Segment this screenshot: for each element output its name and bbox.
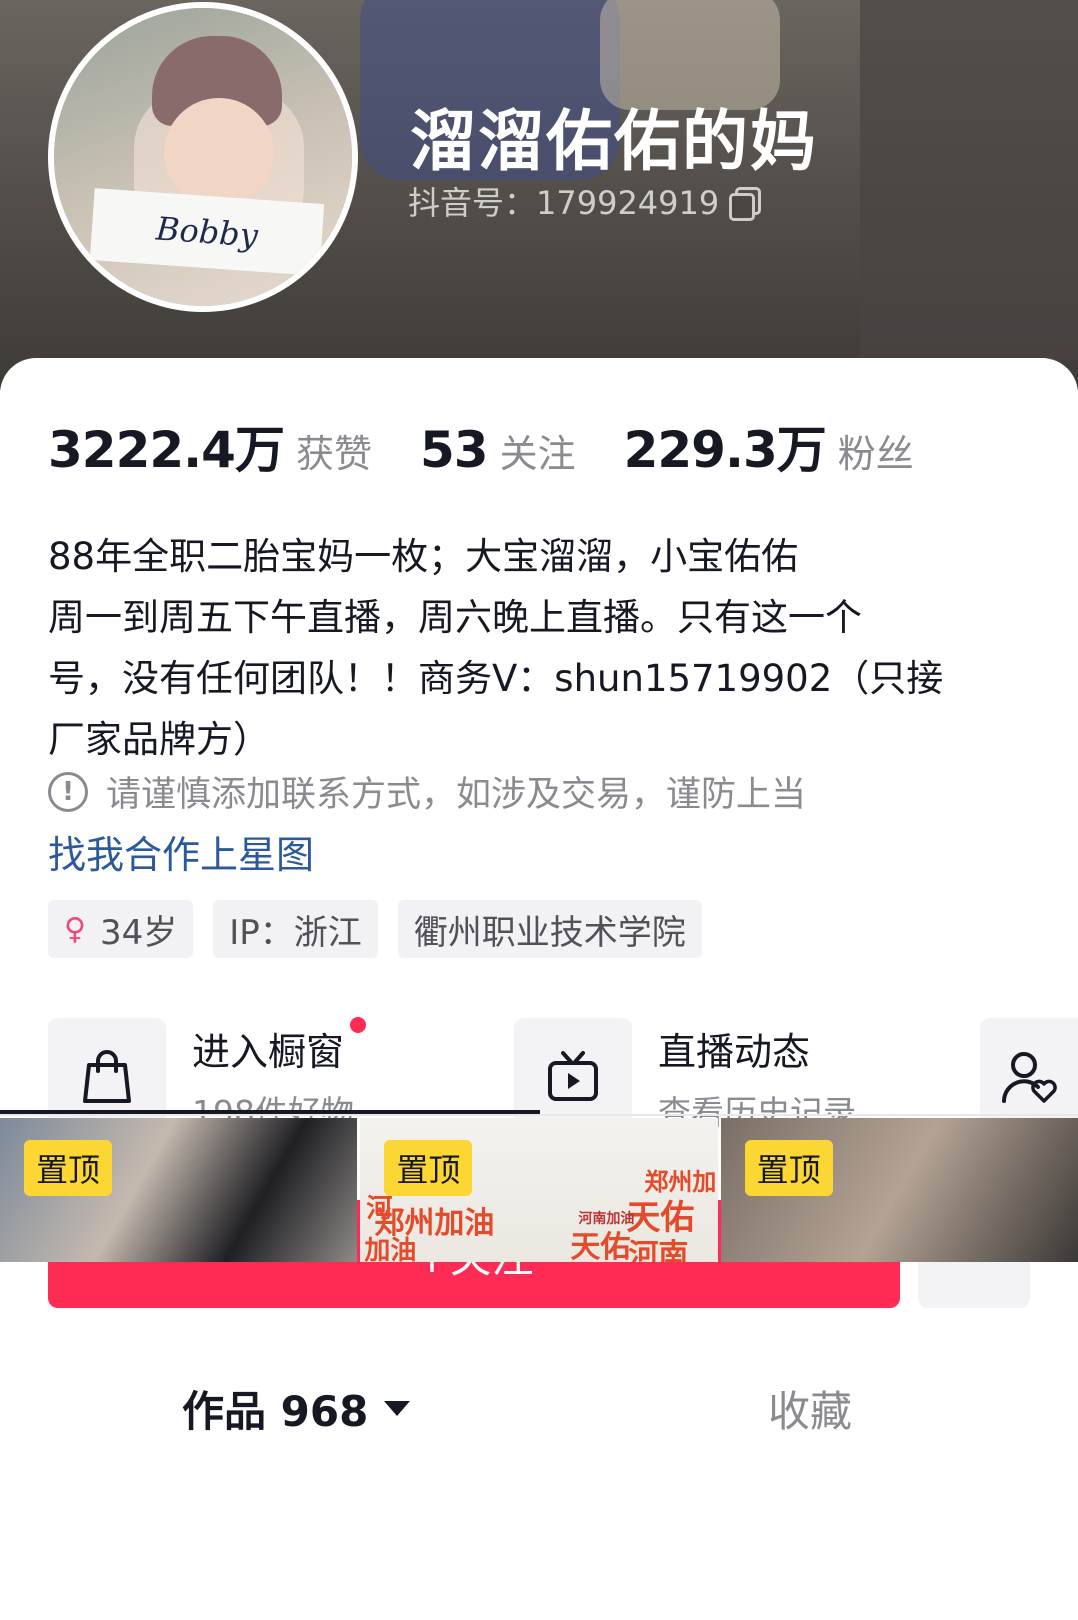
- warning-text: 请谨慎添加联系方式，如涉及交易，谨防上当: [106, 775, 807, 815]
- stat-label: 粉丝: [837, 432, 914, 476]
- video-thumbnail[interactable]: 置顶: [720, 1118, 1078, 1262]
- shop-window-title: 进入橱窗: [192, 1016, 367, 1076]
- avatar-face: [164, 98, 274, 208]
- tag-ip: IP：浙江: [213, 900, 378, 958]
- thumbnail-text: 天佑: [570, 1230, 631, 1262]
- content-tabs: 作品 968 收藏: [0, 1366, 1078, 1458]
- stat-label: 获赞: [295, 432, 372, 476]
- bio-line: 号，没有任何团队！！商务V：shun15719902（只接: [48, 657, 944, 700]
- bio-line: 88年全职二胎宝妈一枚；大宝溜溜，小宝佑佑: [48, 535, 799, 578]
- thumbnail-text: 郑州加: [644, 1168, 717, 1196]
- bio-text: 88年全职二胎宝妈一枚；大宝溜溜，小宝佑佑 周一到周五下午直播，周六晚上直播。只…: [48, 526, 1038, 770]
- cover-photo-shape: [860, 0, 1078, 360]
- tab-favorites[interactable]: 收藏: [768, 1378, 852, 1439]
- video-thumbnail[interactable]: 置顶: [0, 1118, 358, 1262]
- contact-warning: ! 请谨慎添加联系方式，如涉及交易，谨防上当: [48, 766, 806, 817]
- stat-label: 关注: [499, 432, 576, 476]
- stat-number: 229.3万: [623, 421, 827, 479]
- profile-nickname: 溜溜佑佑的妈: [410, 103, 818, 180]
- pinned-badge: 置顶: [744, 1140, 833, 1196]
- live-history-title: 直播动态: [658, 1029, 811, 1074]
- pinned-badge: 置顶: [24, 1140, 113, 1196]
- dropdown-arrow-icon: [384, 1401, 411, 1416]
- tag-age-text: 34岁: [99, 912, 178, 953]
- douyin-id-text: 抖音号：179924919: [408, 184, 720, 222]
- bio-line: 厂家品牌方）: [48, 718, 270, 761]
- tag-age: ♀ 34岁: [48, 900, 194, 958]
- video-thumbnail[interactable]: 河 郑州加油 天佑 河南加油 天佑 郑州加 河南加 加油 置顶: [360, 1118, 718, 1262]
- stat-followers[interactable]: 229.3万 粉丝: [624, 410, 914, 482]
- pinned-badge: 置顶: [384, 1140, 473, 1196]
- profile-cover: Bobby 溜溜佑佑的妈 抖音号：179924919: [0, 0, 1078, 390]
- douyin-id-row[interactable]: 抖音号：179924919: [408, 178, 762, 224]
- avatar[interactable]: Bobby: [48, 2, 358, 312]
- copy-icon[interactable]: [729, 187, 762, 221]
- video-grid: 置顶 河 郑州加油 天佑 河南加油 天佑 郑州加 河南加 加油 置顶 置顶: [0, 1118, 1078, 1262]
- female-icon: ♀: [64, 911, 86, 947]
- thumbnail-text: 河南加: [628, 1238, 689, 1262]
- stats-row: 3222.4万 获赞 53 关注 229.3万 粉丝: [48, 410, 962, 482]
- profile-card: 3222.4万 获赞 53 关注 229.3万 粉丝 88年全职二胎宝妈一枚；大…: [0, 358, 1078, 1620]
- tag-school[interactable]: 衢州职业技术学院: [397, 900, 702, 958]
- tab-works[interactable]: 作品 968: [182, 1378, 411, 1439]
- notification-dot: [350, 1016, 367, 1033]
- stat-likes[interactable]: 3222.4万 获赞: [48, 410, 372, 482]
- stat-number: 53: [419, 421, 489, 479]
- xingtu-link[interactable]: 找我合作上星图: [48, 824, 314, 879]
- stat-number: 3222.4万: [48, 421, 285, 479]
- stat-following[interactable]: 53 关注: [420, 421, 576, 479]
- profile-tags: ♀ 34岁 IP：浙江 衢州职业技术学院: [48, 900, 702, 958]
- warning-icon: !: [48, 771, 88, 812]
- bio-line: 周一到周五下午直播，周六晚上直播。只有这一个: [48, 596, 862, 639]
- tab-divider: [0, 1114, 1078, 1116]
- thumbnail-text: 加油: [364, 1236, 417, 1262]
